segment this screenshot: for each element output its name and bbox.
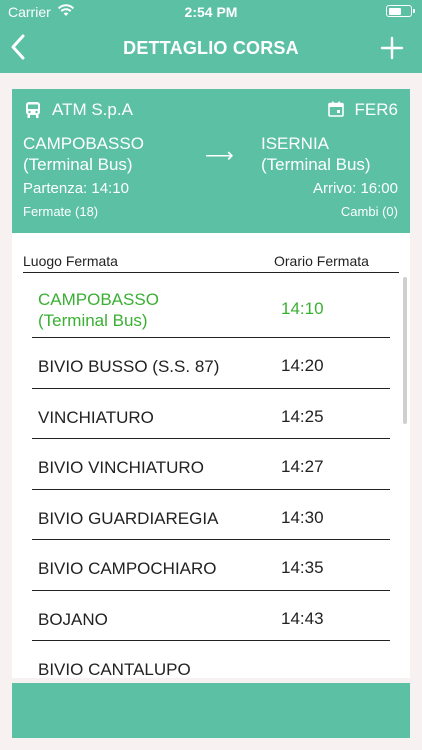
destination-name: ISERNIA xyxy=(261,134,330,153)
table-row[interactable]: BOJANO 14:43 xyxy=(32,591,390,641)
stop-time: 14:10 xyxy=(281,299,324,318)
stop-name: BOJANO xyxy=(38,609,108,629)
stop-time: 14:20 xyxy=(281,356,324,375)
origin-detail: (Terminal Bus) xyxy=(23,155,133,174)
changes-count: Cambi (0) xyxy=(340,204,398,219)
stops-list: CAMPOBASSO (Terminal Bus) 14:10 BIVIO BU… xyxy=(32,273,390,678)
status-bar: Carrier 2:54 PM xyxy=(0,0,422,22)
add-plus-icon[interactable] xyxy=(380,36,404,60)
table-row[interactable]: BIVIO VINCHIATURO 14:27 xyxy=(32,439,390,490)
battery-fill xyxy=(388,7,401,15)
battery-tip xyxy=(413,9,415,13)
stop-name: CAMPOBASSO (Terminal Bus) xyxy=(38,289,159,331)
origin-name: CAMPOBASSO xyxy=(23,134,144,153)
stop-time: 14:30 xyxy=(281,507,324,527)
stop-time: 14:27 xyxy=(281,457,324,476)
stop-name-line: CAMPOBASSO xyxy=(38,290,159,309)
departure-time: Partenza: 14:10 xyxy=(23,180,129,197)
destination-detail: (Terminal Bus) xyxy=(261,155,371,174)
bus-icon xyxy=(26,102,40,118)
arrival-time: Arrivo: 16:00 xyxy=(312,180,398,197)
stops-table[interactable]: Luogo Fermata Orario Fermata CAMPOBASSO … xyxy=(12,233,410,678)
stop-name: BIVIO VINCHIATURO xyxy=(38,458,204,477)
table-row[interactable]: BIVIO GUARDIAREGIA 14:30 xyxy=(32,490,390,540)
stop-name: VINCHIATURO xyxy=(38,407,154,427)
stop-name: BIVIO GUARDIAREGIA xyxy=(38,508,219,528)
column-header-time: Orario Fermata xyxy=(274,253,369,269)
table-row[interactable]: BIVIO CANTALUPO xyxy=(32,641,390,678)
column-header-place: Luogo Fermata xyxy=(23,253,118,269)
stop-name-detail: (Terminal Bus) xyxy=(38,311,148,330)
trip-summary-card: ATM S.p.A FER6 CAMPOBASSO (Terminal Bus)… xyxy=(12,89,410,233)
battery-icon xyxy=(386,5,415,17)
table-row[interactable]: BIVIO BUSSO (S.S. 87) 14:20 xyxy=(32,338,390,389)
stops-count: Fermate (18) xyxy=(23,204,99,219)
stop-time: 14:35 xyxy=(281,558,324,577)
stop-name: BIVIO BUSSO (S.S. 87) xyxy=(38,357,220,376)
origin-stop: CAMPOBASSO (Terminal Bus) xyxy=(23,133,193,175)
calendar-icon xyxy=(328,101,344,117)
stop-time: 14:25 xyxy=(281,406,324,426)
stop-name: BIVIO CAMPOCHIARO xyxy=(38,559,217,578)
destination-stop: ISERNIA (Terminal Bus) xyxy=(261,133,401,175)
table-row[interactable]: BIVIO CAMPOCHIARO 14:35 xyxy=(32,540,390,591)
stop-name: BIVIO CANTALUPO xyxy=(38,660,191,678)
table-header: Luogo Fermata Orario Fermata xyxy=(23,233,399,273)
operator-name: ATM S.p.A xyxy=(52,100,133,119)
stop-time: 14:43 xyxy=(281,608,324,628)
direction-arrow-icon: ⟶ xyxy=(205,145,234,167)
scrollbar[interactable] xyxy=(403,277,407,424)
status-time: 2:54 PM xyxy=(184,4,238,20)
header: Carrier 2:54 PM DETTAGLIO CORSA xyxy=(0,0,422,73)
page-title: DETTAGLIO CORSA xyxy=(123,38,299,58)
table-row[interactable]: CAMPOBASSO (Terminal Bus) 14:10 xyxy=(32,273,390,338)
bottom-action-bar[interactable] xyxy=(12,683,410,738)
route-code: FER6 xyxy=(354,100,398,119)
table-row[interactable]: VINCHIATURO 14:25 xyxy=(32,389,390,439)
